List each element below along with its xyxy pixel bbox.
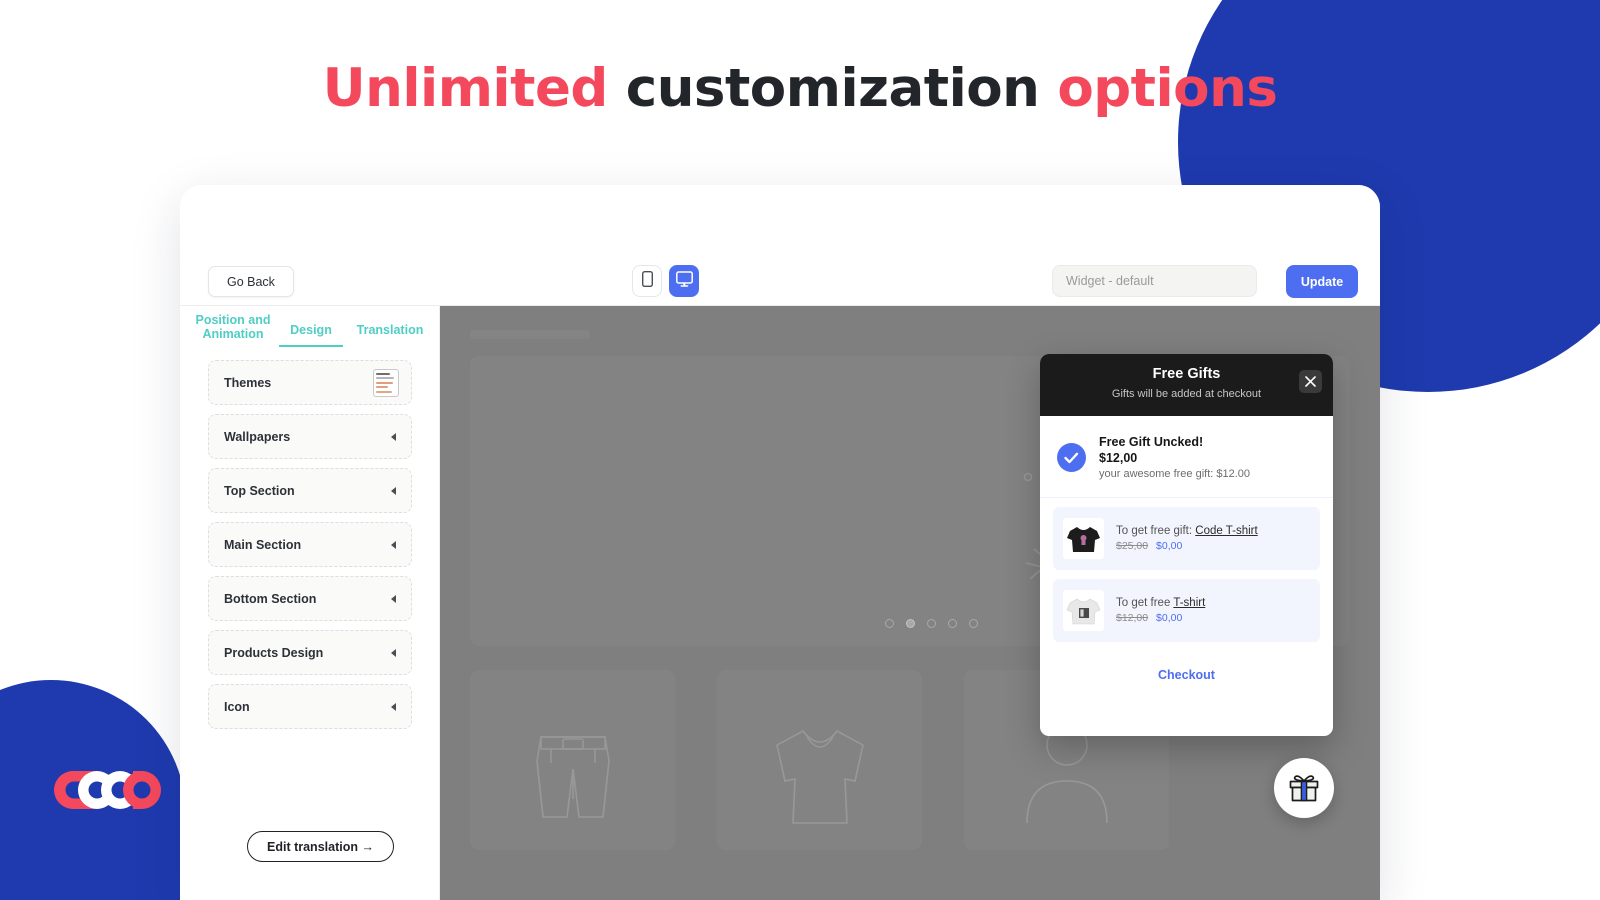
accordion-label: Wallpapers: [224, 429, 291, 444]
carousel-dots[interactable]: [885, 619, 978, 628]
gift-item-old-price: $12,00: [1116, 612, 1149, 624]
preview-placeholder-line: [470, 330, 590, 339]
headline-part-2: customization: [625, 58, 1040, 119]
accordion-item-products-design[interactable]: Products Design: [208, 630, 412, 675]
accordion-label: Themes: [224, 375, 272, 390]
headline-part-1: Unlimited: [322, 58, 609, 119]
widget-select[interactable]: Widget - default: [1052, 265, 1257, 297]
gift-item-prefix: To get free gift:: [1116, 525, 1196, 537]
good-logo: [50, 767, 168, 813]
popup-title: Free Gifts: [1152, 366, 1221, 382]
accordion-item-bottom-section[interactable]: Bottom Section: [208, 576, 412, 621]
gift-item-new-price: $0,00: [1156, 612, 1183, 624]
chevron-left-icon: [391, 648, 396, 657]
unlocked-gift-text: Free Gift Uncked! $12,00 your awesome fr…: [1099, 435, 1250, 480]
popup-header: Free Gifts Gifts will be added at checko…: [1040, 354, 1333, 416]
device-toggle: [632, 265, 699, 297]
carousel-dot[interactable]: [948, 619, 957, 628]
accordion-label: Icon: [224, 699, 250, 714]
chevron-left-icon: [391, 486, 396, 495]
carousel-dot-active[interactable]: [906, 619, 915, 628]
accordion-label: Top Section: [224, 483, 295, 498]
gift-item-prices: $12,00 $0,00: [1116, 612, 1205, 624]
popup-subtitle: Gifts will be added at checkout: [1111, 388, 1262, 400]
chevron-left-icon: [391, 702, 396, 711]
accordion-item-themes[interactable]: Themes: [208, 360, 412, 405]
gift-icon: [1289, 774, 1319, 801]
design-accordion-list: Themes Wallpapers Top Section Main Secti…: [180, 360, 440, 738]
gift-item-prices: $25,00 $0,00: [1116, 540, 1258, 552]
carousel-dot[interactable]: [927, 619, 936, 628]
gift-item-label: To get free gift: Code T-shirt: [1116, 525, 1258, 537]
gift-item-label: To get free T-shirt: [1116, 597, 1205, 609]
chevron-left-icon: [391, 432, 396, 441]
gift-item-row[interactable]: To get free T-shirt $12,00 $0,00: [1053, 579, 1320, 642]
carousel-dot[interactable]: [969, 619, 978, 628]
gift-thumbnail: [1063, 590, 1104, 631]
tab-translation[interactable]: Translation: [350, 323, 430, 337]
close-icon[interactable]: [1299, 370, 1322, 393]
accordion-label: Main Section: [224, 537, 302, 552]
preview-product-card[interactable]: [717, 670, 922, 850]
free-gifts-popup: Free Gifts Gifts will be added at checko…: [1040, 354, 1333, 736]
accordion-item-main-section[interactable]: Main Section: [208, 522, 412, 567]
black-tshirt-icon: [1067, 526, 1100, 552]
page-root: Unlimited customization options Go Back: [0, 0, 1600, 900]
sidebar-tabs: Position and Animation Design Translatio…: [180, 306, 439, 358]
page-title: Unlimited customization options: [0, 58, 1600, 119]
carousel-dot[interactable]: [885, 619, 894, 628]
unlocked-gift-description: your awesome free gift: $12.00: [1099, 468, 1251, 480]
update-button[interactable]: Update: [1286, 265, 1358, 298]
gift-item-old-price: $25,00: [1116, 540, 1149, 552]
white-tshirt-icon: [1066, 598, 1101, 624]
gift-item-prefix: To get free: [1116, 597, 1174, 609]
tab-position-and-animation[interactable]: Position and Animation: [192, 313, 274, 342]
theme-preview-thumbnail-icon: [373, 368, 399, 397]
check-icon: [1057, 443, 1086, 472]
preview-product-card[interactable]: [470, 670, 675, 850]
gift-item-new-price: $0,00: [1156, 540, 1183, 552]
mobile-icon: [641, 270, 653, 292]
gift-item-text-block: To get free T-shirt $12,00 $0,00: [1116, 597, 1205, 624]
shorts-placeholder-icon: [535, 736, 610, 818]
sweater-placeholder-icon: [775, 730, 864, 824]
unlocked-gift-title: Free Gift Uncked!: [1099, 435, 1204, 449]
accordion-label: Bottom Section: [224, 591, 317, 606]
gift-item-text-block: To get free gift: Code T-shirt $25,00 $0…: [1116, 525, 1258, 552]
accordion-item-wallpapers[interactable]: Wallpapers: [208, 414, 412, 459]
settings-sidebar: Position and Animation Design Translatio…: [180, 306, 440, 900]
gift-launcher-button[interactable]: [1274, 758, 1334, 818]
desktop-icon: [675, 270, 693, 292]
headline-part-3: options: [1057, 58, 1278, 119]
tab-design[interactable]: Design: [279, 323, 343, 348]
gift-thumbnail: [1063, 518, 1104, 559]
checkout-link[interactable]: Checkout: [1040, 668, 1333, 682]
unlocked-gift-price: $12,00: [1099, 451, 1138, 465]
device-desktop-button[interactable]: [669, 265, 699, 297]
accordion-item-top-section[interactable]: Top Section: [208, 468, 412, 513]
accordion-label: Products Design: [224, 645, 324, 660]
gift-item-name[interactable]: T-shirt: [1173, 597, 1205, 609]
chevron-left-icon: [391, 594, 396, 603]
gift-item-name[interactable]: Code T-shirt: [1195, 525, 1257, 537]
accordion-item-icon[interactable]: Icon: [208, 684, 412, 729]
unlocked-gift-row: Free Gift Uncked! $12,00 your awesome fr…: [1040, 416, 1333, 498]
chevron-left-icon: [391, 540, 396, 549]
edit-translation-button[interactable]: Edit translation →: [247, 831, 394, 862]
gift-item-row[interactable]: To get free gift: Code T-shirt $25,00 $0…: [1053, 507, 1320, 570]
go-back-button[interactable]: Go Back: [208, 266, 294, 297]
toolbar: Go Back Widget - default Update: [180, 185, 1380, 305]
device-mobile-button[interactable]: [632, 265, 662, 297]
